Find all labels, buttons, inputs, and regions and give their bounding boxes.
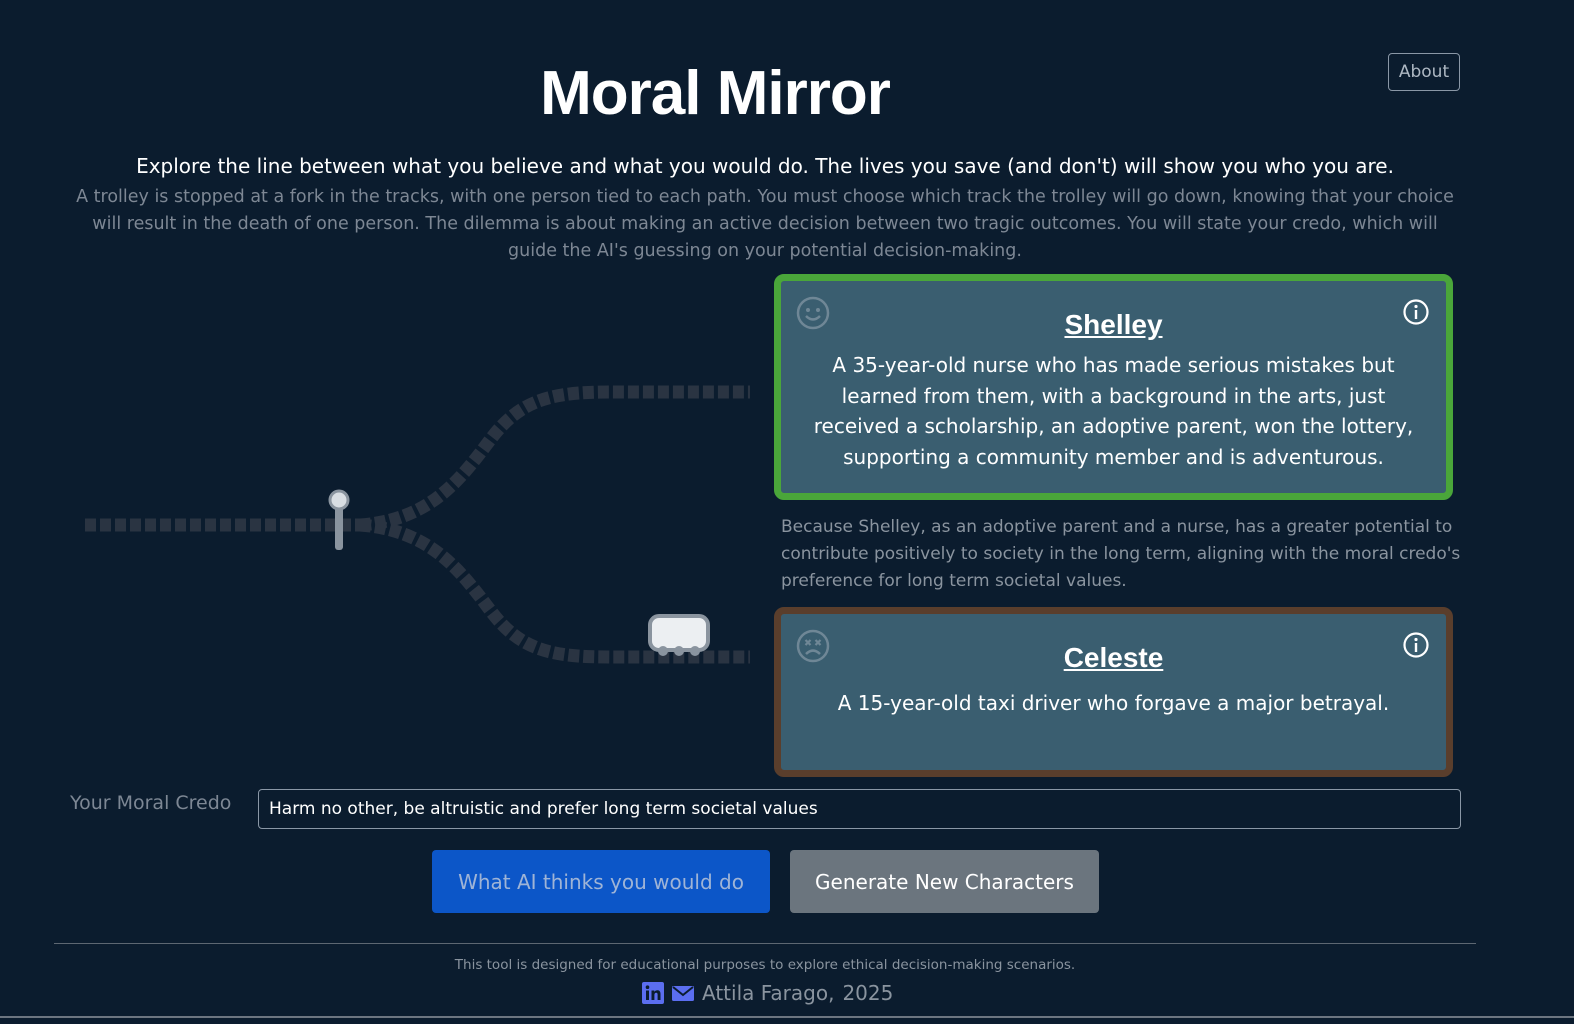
email-icon[interactable] <box>672 982 694 1004</box>
footer-divider <box>54 943 1476 944</box>
trolley-track-illustration <box>85 385 750 664</box>
generate-characters-button[interactable]: Generate New Characters <box>790 850 1099 913</box>
trolley-car <box>648 614 710 656</box>
ai-reasoning-text: Because Shelley, as an adoptive parent a… <box>781 517 1461 591</box>
page-subtitle: Explore the line between what you believ… <box>136 154 1394 178</box>
character-card-bottom[interactable]: Celeste A 15-year-old taxi driver who fo… <box>774 607 1453 777</box>
credo-label: Your Moral Credo <box>70 792 232 814</box>
footer-year: 2025 <box>842 981 894 1005</box>
author-name: Attila Farago, <box>702 981 835 1005</box>
upper-track-branch <box>359 385 750 532</box>
predict-decision-button[interactable]: What AI thinks you would do <box>432 850 770 913</box>
footer-note: This tool is designed for educational pu… <box>454 957 1076 973</box>
character-description: A 15-year-old taxi driver who forgave a … <box>837 691 1390 715</box>
character-name[interactable]: Celeste <box>781 642 1446 674</box>
intro-text: A trolley is stopped at a fork in the tr… <box>76 187 1454 261</box>
linkedin-icon[interactable] <box>642 982 664 1004</box>
credo-input[interactable] <box>258 789 1461 829</box>
character-description: A 35-year-old nurse who has made serious… <box>813 353 1414 469</box>
page-title: Moral Mirror <box>540 59 891 128</box>
character-card-top[interactable]: Shelley A 35-year-old nurse who has made… <box>774 274 1453 500</box>
page-bottom-edge <box>0 1016 1574 1018</box>
info-icon[interactable] <box>1402 298 1430 326</box>
footer-author: Attila Farago, 2025 <box>642 980 893 1006</box>
character-name[interactable]: Shelley <box>781 309 1446 341</box>
info-icon[interactable] <box>1402 631 1430 659</box>
